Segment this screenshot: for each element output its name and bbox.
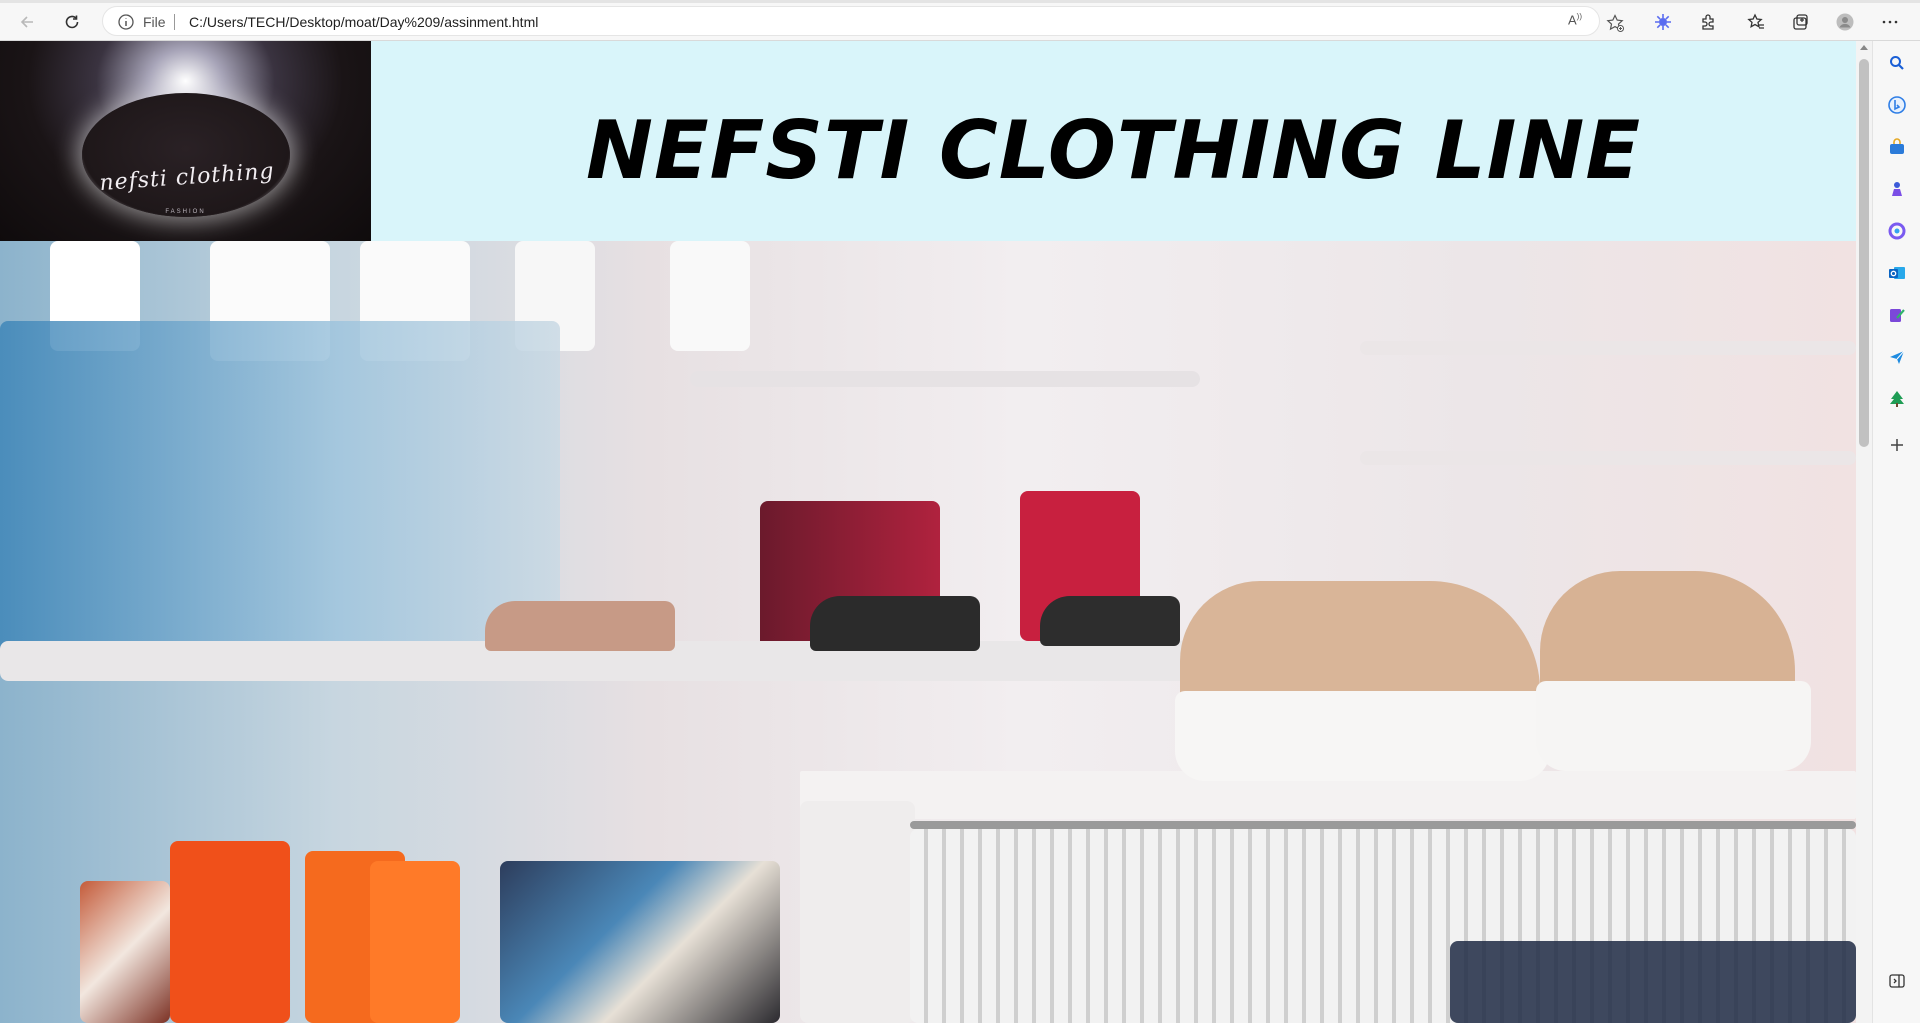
microsoft365-icon[interactable]	[1887, 221, 1907, 241]
add-favorite-icon[interactable]	[1605, 13, 1625, 33]
display-shelf-leg	[800, 801, 915, 1023]
edge-sidebar	[1872, 41, 1920, 1023]
extensions-icon[interactable]	[1695, 9, 1721, 35]
blue-wall	[0, 321, 560, 681]
copilot-icon[interactable]	[1650, 9, 1676, 35]
blurry-shoe	[810, 596, 980, 651]
blurry-shoe	[485, 601, 675, 651]
favorites-icon[interactable]	[1743, 9, 1769, 35]
site-info-icon[interactable]	[117, 13, 135, 31]
patterned-clothes	[80, 881, 170, 1023]
sidebar-toggle-icon[interactable]	[1887, 971, 1907, 991]
url-text[interactable]: C:/Users/TECH/Desktop/moat/Day%209/assin…	[189, 14, 538, 30]
patterned-clothes	[500, 861, 780, 1023]
shelf	[1360, 451, 1856, 465]
outlook-icon[interactable]	[1887, 263, 1907, 283]
logo-tagline: FASHION	[165, 209, 206, 215]
ceiling-light	[670, 241, 750, 351]
navy-clothes	[1450, 941, 1856, 1023]
shelf	[1360, 341, 1856, 355]
page-title: NEFSTI CLOTHING LINE	[586, 103, 1641, 197]
profile-icon[interactable]	[1832, 9, 1858, 35]
scrollbar-thumb[interactable]	[1859, 59, 1869, 447]
search-icon[interactable]	[1887, 53, 1907, 73]
address-separator	[174, 14, 175, 30]
shopping-icon[interactable]	[1887, 137, 1907, 157]
title-banner: NEFSTI CLOTHING LINE	[371, 41, 1856, 241]
send-icon[interactable]	[1887, 347, 1907, 367]
more-icon[interactable]	[1877, 9, 1903, 35]
url-scheme-label: File	[143, 14, 166, 30]
site-header: nefsti clothing FASHION NEFSTI CLOTHING …	[0, 41, 1856, 241]
address-bar[interactable]: File C:/Users/TECH/Desktop/moat/Day%209/…	[102, 6, 1624, 36]
scroll-up-arrow-icon[interactable]	[1860, 45, 1868, 50]
tree-icon[interactable]	[1887, 389, 1907, 409]
blurry-shoe	[1040, 596, 1180, 646]
hanging-rail	[910, 821, 1856, 829]
add-icon[interactable]	[1887, 435, 1907, 455]
brand-logo: nefsti clothing FASHION	[0, 41, 371, 241]
collections-icon[interactable]	[1787, 9, 1813, 35]
bing-icon[interactable]	[1887, 95, 1907, 115]
sneaker-sole	[1536, 681, 1811, 771]
sneaker-sole	[1175, 691, 1550, 781]
page-viewport: nefsti clothing FASHION NEFSTI CLOTHING …	[0, 41, 1856, 1023]
tab-strip-edge	[0, 0, 1920, 3]
browser-toolbar: File C:/Users/TECH/Desktop/moat/Day%209/…	[0, 0, 1920, 41]
store-hero-image	[0, 241, 1856, 1023]
shelf	[690, 371, 1200, 387]
drop-icon[interactable]	[1887, 305, 1907, 325]
orange-clothes	[370, 861, 460, 1023]
read-aloud-icon[interactable]: A))	[1568, 12, 1588, 32]
refresh-icon[interactable]	[59, 9, 85, 35]
back-icon[interactable]	[14, 9, 40, 35]
page-scrollbar[interactable]	[1856, 41, 1872, 1023]
games-icon[interactable]	[1887, 179, 1907, 199]
logo-oval	[82, 93, 290, 217]
orange-clothes	[170, 841, 290, 1023]
